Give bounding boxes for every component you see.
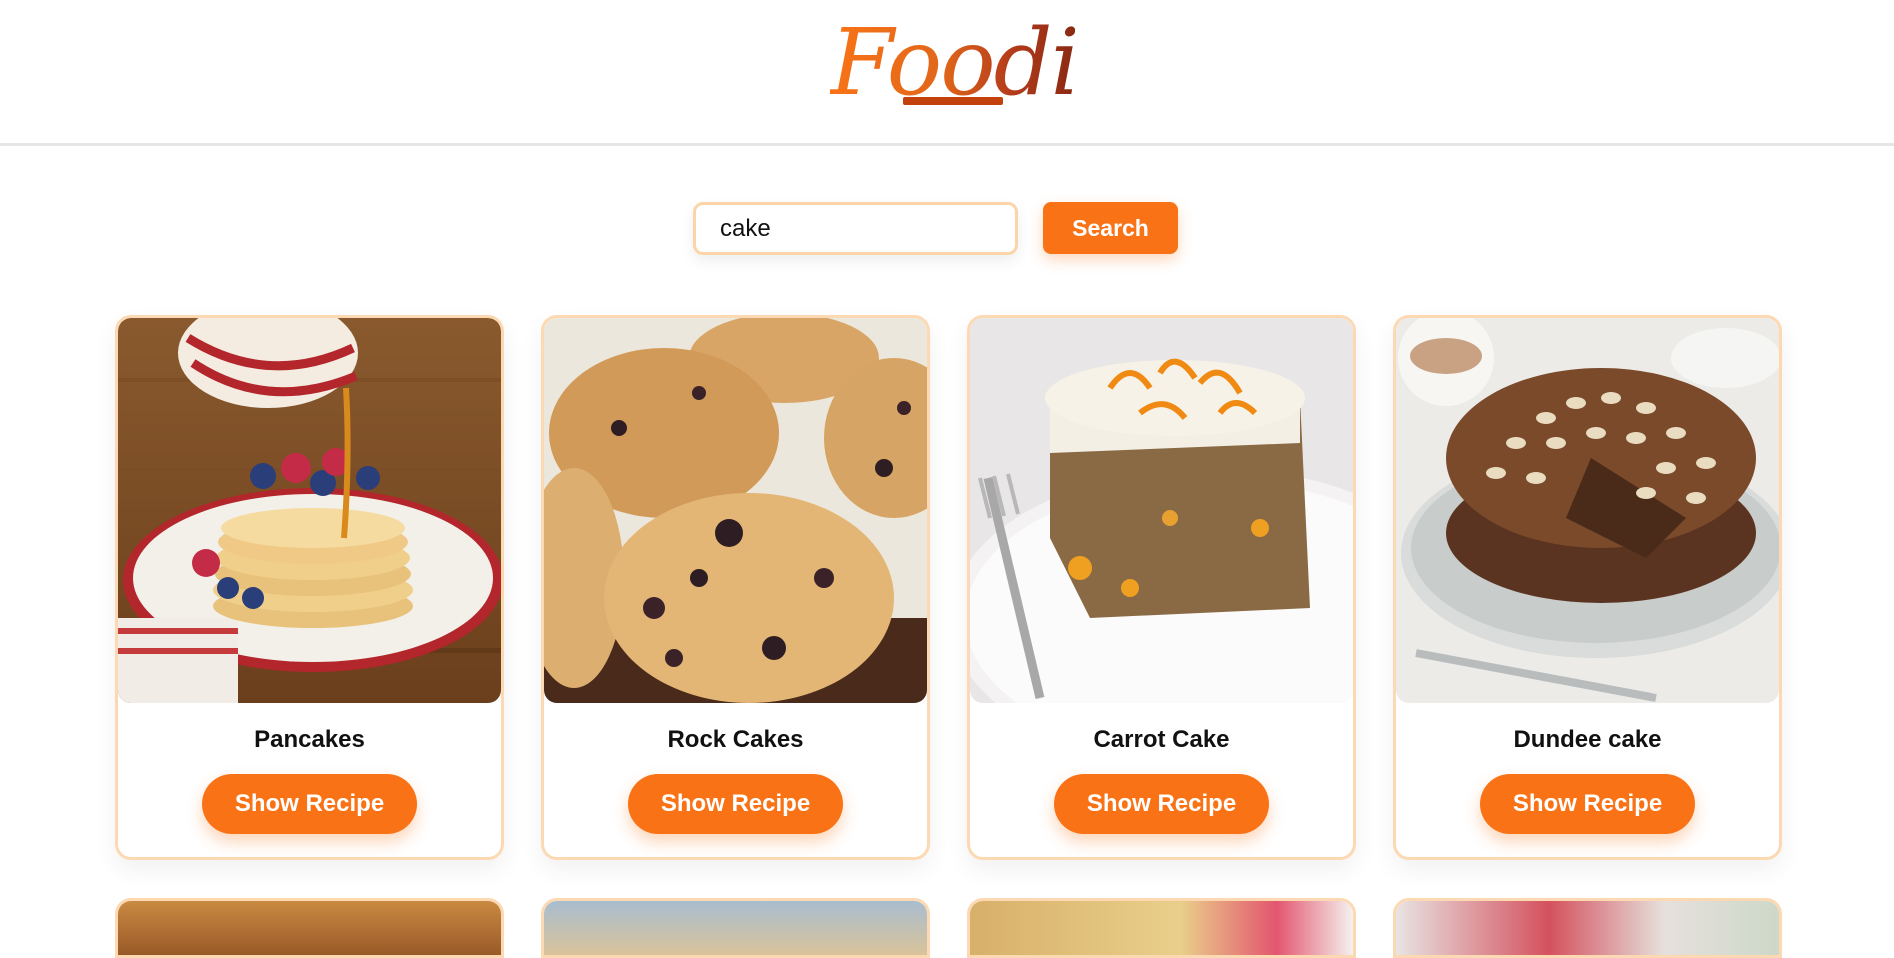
recipe-card: Rock Cakes Show Recipe [541, 315, 930, 860]
recipe-photo [970, 901, 1353, 955]
site-header: Foodies [0, 0, 1894, 146]
recipe-card [1393, 898, 1782, 958]
show-recipe-button[interactable]: Show Recipe [628, 774, 843, 834]
recipe-card [967, 898, 1356, 958]
recipe-card [541, 898, 930, 958]
recipe-title: Pancakes [254, 726, 365, 753]
rock-cakes-photo [544, 318, 927, 703]
dundee-cake-photo [1396, 318, 1779, 703]
recipe-photo [544, 901, 927, 955]
logo-underline [903, 97, 1003, 105]
recipe-card: Carrot Cake Show Recipe [967, 315, 1356, 860]
recipe-photo [1396, 901, 1779, 955]
recipe-photo [118, 901, 501, 955]
recipe-card: Pancakes Show Recipe [115, 315, 504, 860]
search-button[interactable]: Search [1043, 202, 1178, 254]
recipe-card: Dundee cake Show Recipe [1393, 315, 1782, 860]
show-recipe-button[interactable]: Show Recipe [1054, 774, 1269, 834]
recipe-title: Dundee cake [1513, 726, 1662, 753]
recipe-title: Rock Cakes [667, 726, 804, 753]
carrot-cake-photo [970, 318, 1353, 703]
recipe-title: Carrot Cake [1093, 726, 1230, 753]
recipe-card [115, 898, 504, 958]
show-recipe-button[interactable]: Show Recipe [1480, 774, 1695, 834]
show-recipe-button[interactable]: Show Recipe [202, 774, 417, 834]
pancakes-photo [118, 318, 501, 703]
search-input[interactable] [693, 202, 1018, 255]
